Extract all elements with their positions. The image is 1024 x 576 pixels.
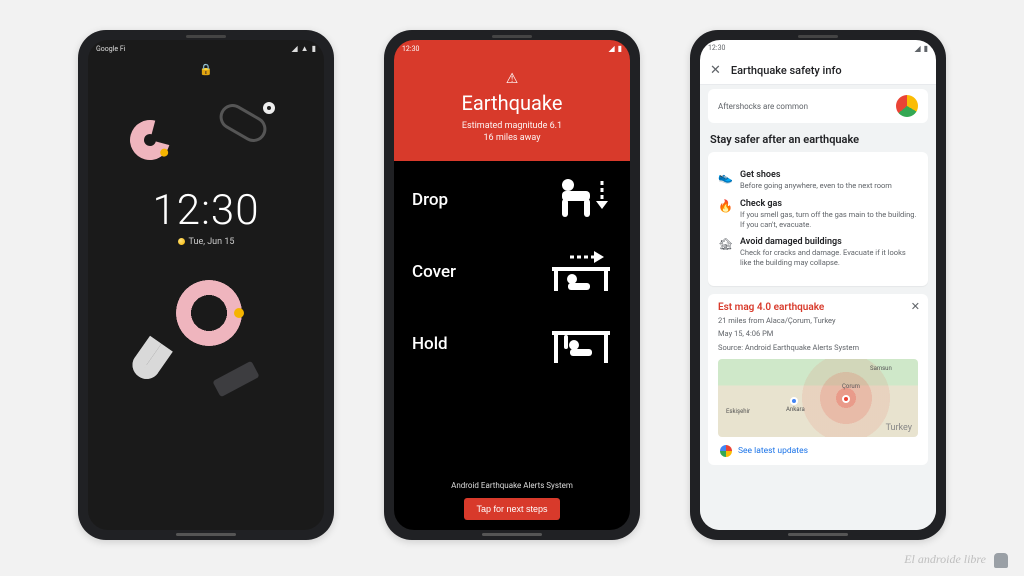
safety-steps: Drop Cover Hold (394, 161, 630, 477)
safety-info-screen[interactable]: 12:30 ◢ ▮ ✕ Earthquake safety info After… (700, 40, 936, 530)
tip-desc: If you smell gas, turn off the gas main … (740, 210, 918, 230)
tips-card: 👟 Get shoes Before going anywhere, even … (708, 152, 928, 286)
signal-icon: ◢ (292, 44, 298, 53)
map-label-samsun: Samsun (870, 365, 892, 372)
tip-gas: 🔥 Check gas If you smell gas, turn off t… (718, 199, 918, 230)
aftershock-label: Aftershocks are common (718, 102, 808, 111)
dismiss-icon[interactable]: ✕ (911, 300, 920, 313)
status-time: 12:30 (402, 45, 419, 53)
hold-icon (550, 321, 612, 367)
map-user-pin (790, 397, 798, 405)
phone-lockscreen: Google Fi ◢ ▲ ▮ 🔒 12:30 Tue, Jun 15 (78, 30, 334, 540)
weather-icon (178, 238, 185, 245)
watermark-text: El androide libre (904, 552, 986, 567)
phone-row: Google Fi ◢ ▲ ▮ 🔒 12:30 Tue, Jun 15 (0, 0, 1024, 540)
system-name: Android Earthquake Alerts System (394, 481, 630, 490)
signal-icon: ◢ (608, 44, 614, 53)
google-logo-icon (720, 445, 732, 457)
status-icons: ◢ ▮ (608, 44, 622, 53)
tip-title: Get shoes (740, 170, 892, 180)
page-body[interactable]: Aftershocks are common Stay safer after … (700, 85, 936, 530)
map-epicenter-pin (842, 395, 850, 403)
earthquake-card[interactable]: ✕ Est mag 4.0 earthquake 21 miles from A… (708, 294, 928, 466)
clock-date: Tue, Jun 15 (88, 237, 324, 247)
aftershock-icon (896, 95, 918, 117)
phone-alert: 12:30 ◢ ▮ ⚠ Earthquake Estimated magnitu… (384, 30, 640, 540)
latest-updates-link[interactable]: See latest updates (718, 437, 918, 465)
step-label: Hold (412, 334, 448, 354)
status-icons: ◢ ▲ ▮ (292, 44, 316, 53)
map-label-corum: Çorum (842, 383, 860, 390)
status-time: 12:30 (708, 44, 725, 53)
signal-icon: ◢ (914, 44, 920, 53)
latest-label: See latest updates (738, 446, 808, 456)
status-bar: 12:30 ◢ ▮ (394, 40, 630, 57)
tip-desc: Before going anywhere, even to the next … (740, 181, 892, 191)
shoe-icon: 👟 (718, 170, 732, 191)
android-robot-icon (992, 550, 1010, 568)
alert-distance: 16 miles away (404, 133, 620, 143)
step-drop: Drop (412, 177, 612, 223)
tip-title: Avoid damaged buildings (740, 237, 918, 247)
tip-buildings: 🏚 Avoid damaged buildings Check for crac… (718, 237, 918, 268)
status-bar: 12:30 ◢ ▮ (700, 40, 936, 57)
tip-title: Check gas (740, 199, 918, 209)
map-label-country: Turkey (886, 423, 912, 433)
alert-title: Earthquake (404, 91, 620, 115)
lock-icon: 🔒 (88, 63, 324, 76)
step-label: Cover (412, 262, 456, 282)
close-icon[interactable]: ✕ (710, 63, 721, 78)
clock-time: 12:30 (88, 186, 324, 235)
map-view[interactable]: Ankara Çorum Samsun Eskişehir Turkey (718, 359, 918, 437)
map-label-eskisehir: Eskişehir (726, 408, 750, 415)
lockscreen[interactable]: Google Fi ◢ ▲ ▮ 🔒 12:30 Tue, Jun 15 (88, 40, 324, 530)
status-bar: Google Fi ◢ ▲ ▮ (88, 40, 324, 57)
cover-icon (550, 249, 612, 295)
drop-icon (550, 177, 612, 223)
page-title: Earthquake safety info (731, 64, 926, 77)
status-icons: ◢ ▮ (914, 44, 928, 53)
quake-source: Source: Android Earthquake Alerts System (718, 343, 918, 354)
earthquake-alert[interactable]: 12:30 ◢ ▮ ⚠ Earthquake Estimated magnitu… (394, 40, 630, 530)
flame-icon: 🔥 (718, 199, 732, 230)
warning-icon: ⚠ (404, 71, 620, 87)
building-icon: 🏚 (718, 237, 732, 268)
tip-desc: Check for cracks and damage. Evacuate if… (740, 248, 918, 268)
watermark: El androide libre (904, 550, 1010, 568)
quake-title: Est mag 4.0 earthquake (718, 302, 918, 313)
battery-icon: ▮ (312, 44, 316, 53)
page-header: ✕ Earthquake safety info (700, 57, 936, 85)
next-steps-button[interactable]: Tap for next steps (464, 498, 559, 520)
section-title: Stay safer after an earthquake (710, 133, 926, 146)
tip-shoes: 👟 Get shoes Before going anywhere, even … (718, 170, 918, 191)
quake-time: May 15, 4:06 PM (718, 329, 918, 340)
phone-safety-info: 12:30 ◢ ▮ ✕ Earthquake safety info After… (690, 30, 946, 540)
step-hold: Hold (412, 321, 612, 367)
wifi-icon: ▲ (301, 44, 309, 53)
battery-icon: ▮ (618, 44, 622, 53)
alert-header: ⚠ Earthquake Estimated magnitude 6.1 16 … (394, 57, 630, 161)
step-label: Drop (412, 190, 448, 210)
wallpaper-shapes (88, 40, 324, 530)
quake-location: 21 miles from Alaca/Çorum, Turkey (718, 316, 918, 327)
battery-icon: ▮ (924, 44, 928, 53)
step-cover: Cover (412, 249, 612, 295)
map-label-ankara: Ankara (786, 406, 805, 413)
alert-magnitude: Estimated magnitude 6.1 (404, 121, 620, 131)
carrier-label: Google Fi (96, 45, 125, 53)
aftershock-card[interactable]: Aftershocks are common (708, 89, 928, 123)
